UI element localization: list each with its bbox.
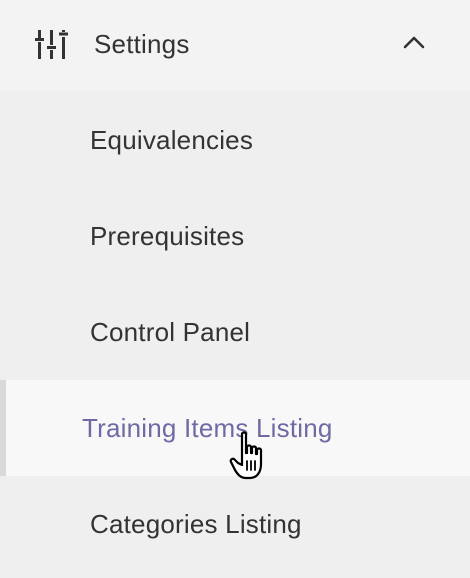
settings-header[interactable]: Settings	[0, 0, 470, 91]
sliders-icon	[35, 30, 68, 59]
chevron-up-icon[interactable]	[402, 34, 426, 50]
menu-item-label: Categories Listing	[90, 509, 302, 539]
menu-item-control-panel[interactable]: Control Panel	[0, 283, 470, 379]
menu-item-label: Control Panel	[90, 317, 251, 347]
menu-item-prerequisites[interactable]: Prerequisites	[0, 187, 470, 283]
menu-item-training-items-listing[interactable]: Training Items Listing	[0, 380, 470, 476]
menu-item-equivalencies[interactable]: Equivalencies	[0, 91, 470, 187]
menu-item-label: Training Items Listing	[82, 413, 333, 443]
menu-item-label: Prerequisites	[90, 221, 245, 251]
menu-item-label: Equivalencies	[90, 125, 254, 155]
menu-item-categories-listing[interactable]: Categories Listing	[0, 476, 470, 572]
active-indicator	[0, 380, 6, 476]
settings-title: Settings	[94, 29, 190, 59]
settings-menu: Settings Equivalencies Prerequisites Con…	[0, 0, 470, 578]
